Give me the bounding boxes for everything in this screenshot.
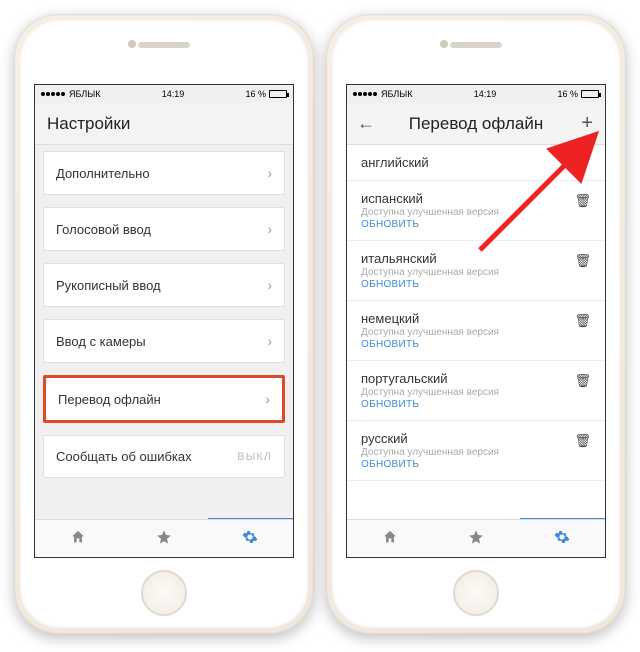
star-icon	[156, 529, 172, 545]
trash-icon[interactable]: 🗑	[574, 373, 591, 389]
update-link[interactable]: ОБНОВИТЬ	[361, 279, 499, 290]
page-title: Перевод офлайн	[409, 114, 543, 134]
status-bar: ЯБЛЫК 14:19 16 %	[35, 85, 293, 103]
battery-text: 16 %	[557, 89, 578, 99]
label: Перевод офлайн	[58, 392, 161, 407]
lang-row-italian[interactable]: итальянский Доступна улучшенная версия О…	[347, 241, 605, 301]
lang-sub: Доступна улучшенная версия	[361, 327, 499, 338]
lang-row-russian[interactable]: русский Доступна улучшенная версия ОБНОВ…	[347, 421, 605, 481]
label: Голосовой ввод	[56, 222, 151, 237]
settings-item-report-errors[interactable]: Сообщать об ошибках ВЫКЛ	[43, 435, 285, 478]
status-bar: ЯБЛЫК 14:19 16 %	[347, 85, 605, 103]
lang-name: испанский	[361, 191, 499, 206]
trash-icon[interactable]: 🗑	[574, 433, 591, 449]
lang-row-spanish[interactable]: испанский Доступна улучшенная версия ОБН…	[347, 181, 605, 241]
label: Сообщать об ошибках	[56, 449, 192, 464]
update-link[interactable]: ОБНОВИТЬ	[361, 339, 499, 350]
battery-text: 16 %	[245, 89, 266, 99]
update-link[interactable]: ОБНОВИТЬ	[361, 219, 499, 230]
carrier-label: ЯБЛЫК	[381, 89, 413, 99]
chevron-right-icon: ›	[267, 221, 272, 237]
tab-favorites[interactable]	[156, 529, 172, 549]
back-button[interactable]: ←	[357, 113, 375, 134]
lang-sub: Доступна улучшенная версия	[361, 387, 499, 398]
screen-left: ЯБЛЫК 14:19 16 % Настройки Дополнительно…	[34, 84, 294, 558]
lang-row-english[interactable]: английский	[347, 145, 605, 181]
lang-name: английский	[361, 155, 429, 170]
home-button[interactable]	[453, 570, 499, 616]
lang-sub: Доступна улучшенная версия	[361, 447, 499, 458]
lang-row-german[interactable]: немецкий Доступна улучшенная версия ОБНО…	[347, 301, 605, 361]
status-time: 14:19	[162, 89, 185, 99]
lang-name: португальский	[361, 371, 499, 386]
header-right: ← Перевод офлайн +	[347, 103, 605, 145]
settings-item-handwriting-input[interactable]: Рукописный ввод ›	[43, 263, 285, 307]
settings-item-additional[interactable]: Дополнительно ›	[43, 151, 285, 195]
carrier-label: ЯБЛЫК	[69, 89, 101, 99]
home-button[interactable]	[141, 570, 187, 616]
toggle-off-label: ВЫКЛ	[237, 451, 272, 463]
update-link[interactable]: ОБНОВИТЬ	[361, 399, 499, 410]
tab-settings[interactable]	[554, 529, 570, 549]
tab-bar	[35, 519, 293, 557]
label: Дополнительно	[56, 166, 150, 181]
lang-name: итальянский	[361, 251, 499, 266]
lang-row-portuguese[interactable]: португальский Доступна улучшенная версия…	[347, 361, 605, 421]
home-icon	[382, 529, 398, 545]
chevron-right-icon: ›	[267, 333, 272, 349]
lang-name: немецкий	[361, 311, 499, 326]
add-language-button[interactable]: +	[581, 112, 593, 135]
phone-frame-left: ЯБЛЫК 14:19 16 % Настройки Дополнительно…	[14, 14, 314, 634]
update-link[interactable]: ОБНОВИТЬ	[361, 459, 499, 470]
tab-settings[interactable]	[242, 529, 258, 549]
home-icon	[70, 529, 86, 545]
lang-sub: Доступна улучшенная версия	[361, 207, 499, 218]
lang-sub: Доступна улучшенная версия	[361, 267, 499, 278]
label: Ввод с камеры	[56, 334, 146, 349]
tab-home[interactable]	[382, 529, 398, 549]
chevron-right-icon: ›	[267, 165, 272, 181]
label: Рукописный ввод	[56, 278, 161, 293]
lang-name: русский	[361, 431, 499, 446]
trash-icon[interactable]: 🗑	[574, 313, 591, 329]
settings-item-voice-input[interactable]: Голосовой ввод ›	[43, 207, 285, 251]
phone-frame-right: ЯБЛЫК 14:19 16 % ← Перевод офлайн + англ…	[326, 14, 626, 634]
chevron-right-icon: ›	[265, 391, 270, 407]
settings-item-offline-translate[interactable]: Перевод офлайн ›	[43, 375, 285, 423]
settings-item-camera-input[interactable]: Ввод с камеры ›	[43, 319, 285, 363]
trash-icon[interactable]: 🗑	[574, 193, 591, 209]
page-title: Настройки	[47, 114, 130, 134]
tab-favorites[interactable]	[468, 529, 484, 549]
gear-icon	[554, 529, 570, 545]
star-icon	[468, 529, 484, 545]
chevron-right-icon: ›	[267, 277, 272, 293]
tab-bar	[347, 519, 605, 557]
settings-list: Дополнительно › Голосовой ввод › Рукопис…	[35, 145, 293, 519]
screen-right: ЯБЛЫК 14:19 16 % ← Перевод офлайн + англ…	[346, 84, 606, 558]
status-time: 14:19	[474, 89, 497, 99]
language-list: английский испанский Доступна улучшенная…	[347, 145, 605, 519]
tab-home[interactable]	[70, 529, 86, 549]
header-left: Настройки	[35, 103, 293, 145]
gear-icon	[242, 529, 258, 545]
trash-icon[interactable]: 🗑	[574, 253, 591, 269]
